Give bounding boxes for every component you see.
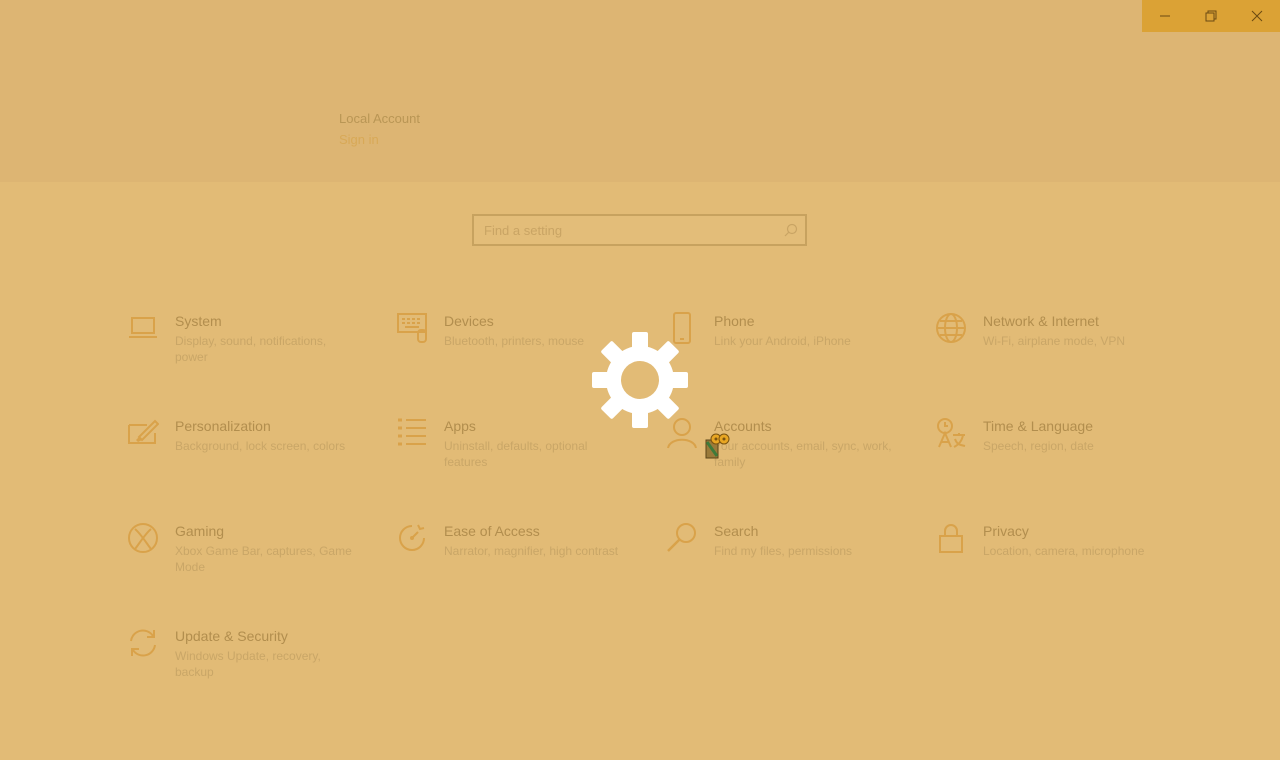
tile-title: Personalization	[175, 418, 271, 434]
settings-header	[0, 0, 1280, 182]
tile-title: System	[175, 313, 222, 329]
window-controls	[1142, 0, 1280, 32]
tile-description: Windows Update, recovery, backup	[175, 649, 321, 679]
tile-description: Narrator, magnifier, high contrast	[444, 544, 619, 558]
search-icon[interactable]	[777, 223, 805, 237]
tile-description: Xbox Game Bar, captures, Game Mode	[175, 544, 352, 574]
tile-title: Time & Language	[983, 418, 1093, 434]
tile-description: Background, lock screen, colors	[175, 439, 346, 453]
tile-description: Link your Android, iPhone	[714, 334, 851, 348]
tile-gaming[interactable]: Gaming Xbox Game Bar, captures, Game Mod…	[125, 522, 370, 602]
magnifier-icon	[664, 522, 700, 558]
restore-icon	[1205, 10, 1217, 22]
tile-description: Find my files, permissions	[714, 544, 853, 558]
restore-button[interactable]	[1188, 0, 1234, 32]
tile-description: Display, sound, notifications, power	[175, 334, 327, 364]
tile-time-language[interactable]: Time & Language Speech, region, date	[933, 417, 1178, 497]
tile-search[interactable]: Search Find my files, permissions	[664, 522, 909, 602]
tile-description: Uninstall, defaults, optional features	[444, 439, 588, 469]
keyboard-icon	[394, 312, 430, 348]
tile-title: Accounts	[714, 418, 772, 434]
tile-title: Gaming	[175, 523, 225, 539]
tile-title: Phone	[714, 313, 755, 329]
tile-title: Privacy	[983, 523, 1029, 539]
language-icon	[933, 417, 969, 453]
tile-title: Search	[714, 523, 759, 539]
loading-gear-icon	[590, 330, 690, 430]
laptop-icon	[125, 312, 161, 348]
tile-title: Devices	[444, 313, 494, 329]
tile-title: Ease of Access	[444, 523, 540, 539]
tile-personalization[interactable]: Personalization Background, lock screen,…	[125, 417, 370, 497]
tile-privacy[interactable]: Privacy Location, camera, microphone	[933, 522, 1178, 602]
lock-icon	[933, 522, 969, 558]
tile-title: Network & Internet	[983, 313, 1099, 329]
busy-cursor-icon	[705, 432, 731, 460]
tile-title: Update & Security	[175, 628, 288, 644]
search-box[interactable]	[472, 214, 807, 246]
tile-system[interactable]: System Display, sound, notifications, po…	[125, 312, 370, 392]
tile-network[interactable]: Network & Internet Wi-Fi, airplane mode,…	[933, 312, 1178, 392]
sign-in-link[interactable]: Sign in	[339, 131, 420, 149]
paintbrush-icon	[125, 417, 161, 453]
globe-icon	[933, 312, 969, 348]
tile-description: Location, camera, microphone	[983, 544, 1145, 558]
close-button[interactable]	[1234, 0, 1280, 32]
account-name: Local Account	[339, 111, 420, 126]
xbox-icon	[125, 522, 161, 558]
tile-phone[interactable]: Phone Link your Android, iPhone	[664, 312, 909, 392]
tile-ease-of-access[interactable]: Ease of Access Narrator, magnifier, high…	[394, 522, 639, 602]
sync-icon	[125, 627, 161, 663]
apps-list-icon	[394, 417, 430, 453]
tile-description: Speech, region, date	[983, 439, 1094, 453]
tile-update-security[interactable]: Update & Security Windows Update, recove…	[125, 627, 370, 707]
account-info: Local Account Sign in	[339, 110, 420, 149]
tile-accounts[interactable]: Accounts Your accounts, email, sync, wor…	[664, 417, 909, 497]
search-input[interactable]	[474, 222, 777, 238]
close-icon	[1251, 10, 1263, 22]
minimize-button[interactable]	[1142, 0, 1188, 32]
minimize-icon	[1160, 15, 1170, 17]
tile-description: Wi-Fi, airplane mode, VPN	[983, 334, 1126, 348]
tile-description: Your accounts, email, sync, work, family	[714, 439, 892, 469]
ease-of-access-icon	[394, 522, 430, 558]
